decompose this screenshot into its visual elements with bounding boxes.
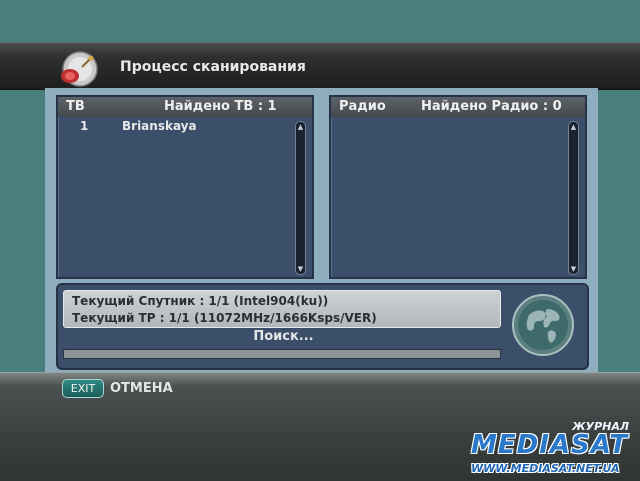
mediasat-watermark: ЖУРНАЛ MEDIASAT WWW.MEDIASAT.NET.UA [463,418,639,480]
radio-list-scrollbar[interactable]: ▲ ▼ [568,121,579,275]
search-status: Поиск... [253,329,314,344]
scroll-down-icon[interactable]: ▼ [296,264,305,274]
exit-button[interactable]: EXIT [62,379,104,398]
tv-label: ТВ [66,99,85,114]
scan-main-area: ТВ Найдено ТВ : 1 1 Brianskaya ▲ ▼ Радио… [45,88,598,372]
title-bar: Процесс сканирования [0,42,640,90]
channel-number: 1 [80,119,89,133]
watermark-url: WWW.MEDIASAT.NET.UA [471,462,620,475]
channel-name: Brianskaya [122,119,197,133]
radio-list-header: Радио Найдено Радио : 0 [331,97,585,117]
tv-found-count: Найдено ТВ : 1 [164,99,277,114]
globe-icon [512,294,574,356]
scan-info: Текущий Спутник : 1/1 (Intel904(ku)) Тек… [63,290,501,328]
scan-status-box: Текущий Спутник : 1/1 (Intel904(ku)) Тек… [56,283,589,370]
scroll-up-icon[interactable]: ▲ [296,122,305,132]
radio-label: Радио [339,99,386,114]
tv-list-scrollbar[interactable]: ▲ ▼ [295,121,306,275]
tv-channel-list[interactable]: ТВ Найдено ТВ : 1 1 Brianskaya ▲ ▼ [56,95,314,279]
radio-found-count: Найдено Радио : 0 [421,99,562,114]
scan-progress-bar [63,349,501,359]
watermark-brand: MEDIASAT [471,430,629,460]
scroll-down-icon[interactable]: ▼ [569,264,578,274]
tv-list-header: ТВ Найдено ТВ : 1 [58,97,312,117]
current-satellite: Текущий Спутник : 1/1 (Intel904(ku)) [72,294,329,308]
current-transponder: Текущий ТР : 1/1 (11072MHz/1666Ksps/VER) [72,311,377,325]
cancel-label: ОТМЕНА [110,381,173,396]
scroll-up-icon[interactable]: ▲ [569,122,578,132]
satellite-dish-icon [61,51,98,87]
radio-channel-list[interactable]: Радио Найдено Радио : 0 ▲ ▼ [329,95,587,279]
page-title: Процесс сканирования [120,59,306,75]
